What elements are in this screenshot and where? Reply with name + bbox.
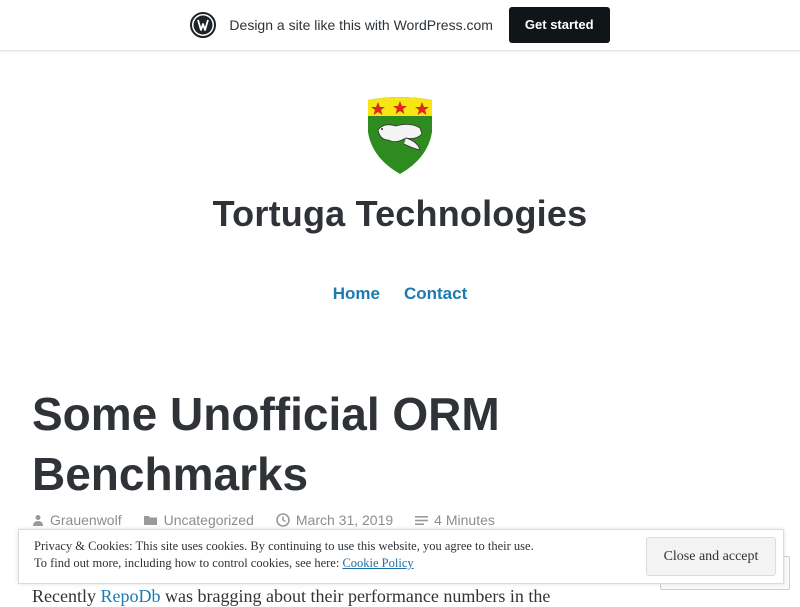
main-navigation: Home Contact <box>0 284 800 304</box>
excerpt-text-before: Recently <box>32 586 101 606</box>
wordpress-promo-bar: Design a site like this with WordPress.c… <box>0 0 800 51</box>
person-icon <box>33 515 43 526</box>
cookie-more-text: To find out more, including how to contr… <box>34 556 343 570</box>
close-and-accept-button[interactable]: Close and accept <box>646 537 776 576</box>
cookie-banner: Privacy & Cookies: This site uses cookie… <box>18 529 784 584</box>
site-title[interactable]: Tortuga Technologies <box>0 193 800 235</box>
post-category[interactable]: Uncategorized <box>143 512 254 528</box>
post-author[interactable]: Grauenwolf <box>32 512 122 528</box>
cookie-more-line: To find out more, including how to contr… <box>34 555 534 572</box>
repodb-link[interactable]: RepoDb <box>100 586 160 606</box>
post-reading-time: 4 Minutes <box>415 512 495 528</box>
excerpt-text-after: was bragging about their performance num… <box>160 586 551 606</box>
cookie-policy-link[interactable]: Cookie Policy <box>342 556 413 570</box>
post-title[interactable]: Some Unofficial ORM Benchmarks <box>32 384 532 504</box>
post-meta: Grauenwolf Uncategorized March 31, 2019 … <box>32 512 517 528</box>
author-name: Grauenwolf <box>50 512 122 528</box>
cookie-notice-line: Privacy & Cookies: This site uses cookie… <box>34 539 534 553</box>
date-text: March 31, 2019 <box>295 512 394 528</box>
get-started-button[interactable]: Get started <box>508 7 610 43</box>
wordpress-logo-icon[interactable] <box>190 12 217 38</box>
clock-icon <box>276 513 290 527</box>
cookie-text: Privacy & Cookies: This site uses cookie… <box>34 538 534 572</box>
folder-icon <box>143 516 157 525</box>
nav-item-contact[interactable]: Contact <box>404 284 467 304</box>
category-name: Uncategorized <box>163 512 254 528</box>
post-excerpt: Recently RepoDb was bragging about their… <box>32 586 652 607</box>
nav-item-home[interactable]: Home <box>333 284 380 304</box>
promo-text: Design a site like this with WordPress.c… <box>229 17 493 33</box>
lines-icon <box>415 515 429 525</box>
reading-time-text: 4 Minutes <box>434 512 495 528</box>
post-date[interactable]: March 31, 2019 <box>276 512 393 528</box>
site-logo-shield-icon[interactable] <box>366 96 434 176</box>
